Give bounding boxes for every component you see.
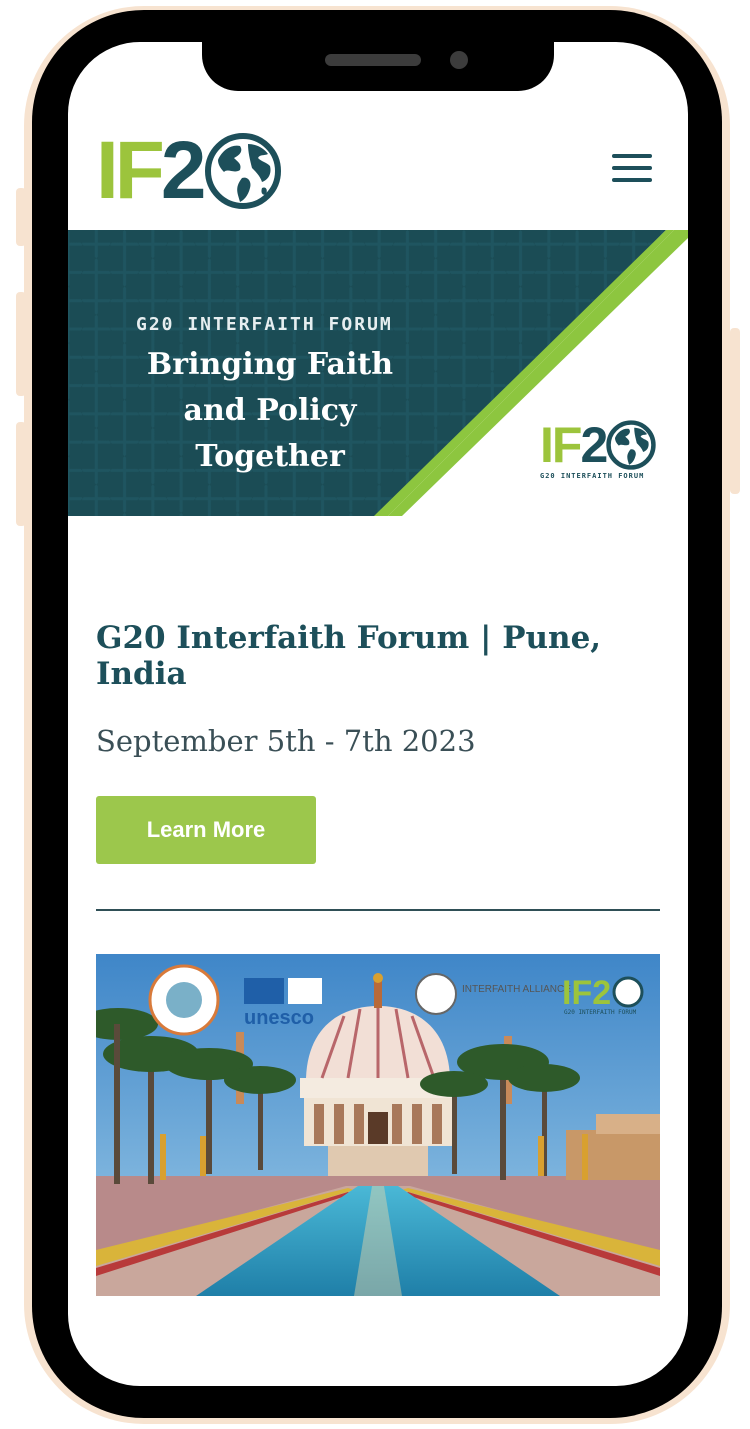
globe-icon (204, 133, 281, 209)
section-divider (96, 909, 660, 911)
hero-eyebrow: G20 INTERFAITH FORUM (136, 314, 393, 335)
hero-title: Bringing Faith and Policy Together (146, 347, 394, 474)
hero-logo-subtitle: G20 INTERFAITH FORUM (540, 472, 645, 480)
hero-logo-wordmark: IF 2 (540, 420, 670, 470)
hamburger-line (612, 154, 652, 158)
site-logo[interactable]: IF2 (96, 130, 282, 212)
logo-wordmark: IF2 (96, 125, 206, 216)
front-camera (450, 51, 468, 69)
if20-partner-logo: IF2 (562, 974, 611, 1012)
phone-screen: IF2 G20 INTERFAITH FORUM Bringing Faith … (68, 42, 688, 1386)
globe-icon (612, 976, 644, 1008)
phone-side-button (16, 292, 26, 396)
hero-logo: IF 2 G20 INTERFAITH FORUM (540, 420, 670, 490)
hamburger-line (612, 178, 652, 182)
hamburger-line (612, 166, 652, 170)
phone-side-button (16, 188, 26, 246)
unesco-logo: unesco (244, 1007, 314, 1029)
phone-notch (202, 40, 554, 91)
event-venue-photo: unesco INTERFAITH ALLIANCE IF2 G20 INTER… (96, 954, 660, 1296)
learn-more-button[interactable]: Learn More (96, 796, 316, 864)
hero-banner: G20 INTERFAITH FORUM Bringing Faith and … (68, 230, 688, 516)
speaker-grille (325, 54, 421, 66)
hamburger-menu-button[interactable] (612, 154, 652, 186)
event-title: G20 Interfaith Forum | Pune, India (96, 620, 602, 692)
venue-illustration: unesco INTERFAITH ALLIANCE IF2 G20 INTER… (96, 954, 660, 1296)
phone-side-button (730, 328, 740, 494)
interfaith-alliance-text: INTERFAITH ALLIANCE (462, 984, 571, 995)
globe-icon (606, 420, 656, 470)
interfaith-alliance-logo (415, 973, 457, 1015)
if20-partner-subtitle: G20 INTERFAITH FORUM (564, 1009, 637, 1016)
event-date: September 5th - 7th 2023 (96, 724, 476, 758)
phone-side-button (16, 422, 26, 526)
